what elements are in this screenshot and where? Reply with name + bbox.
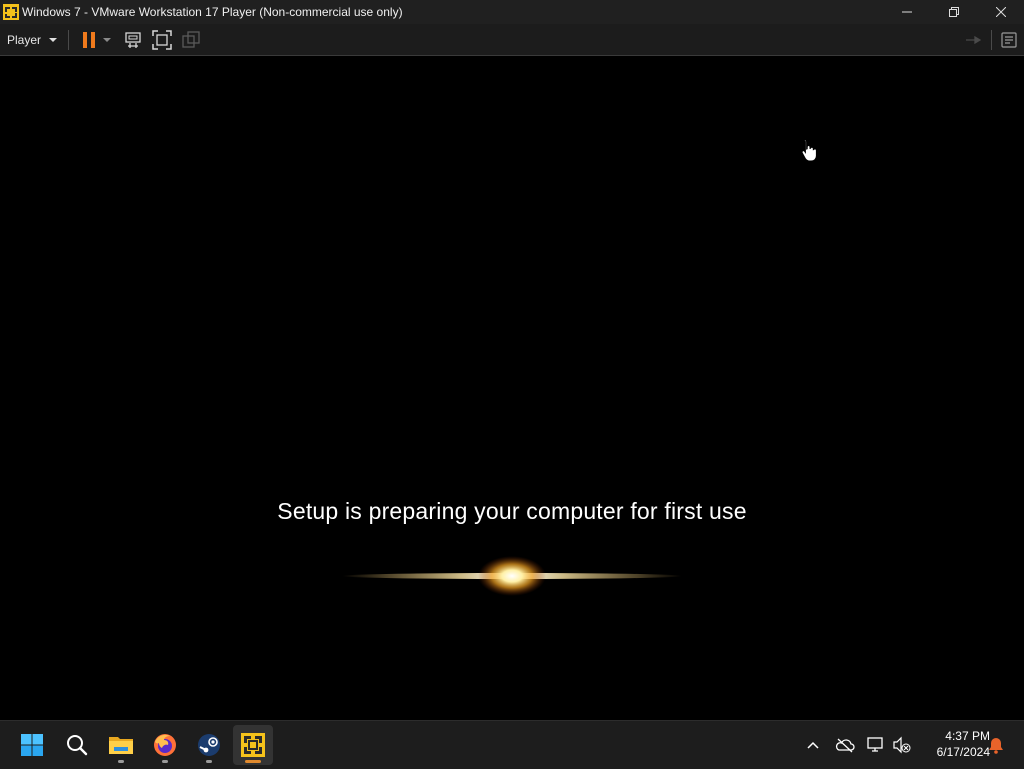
fullscreen-button[interactable] [152,28,172,52]
send-ctrl-alt-del-icon [125,31,141,48]
search-icon [67,735,88,756]
running-indicator [162,760,168,763]
volume-tray-icon[interactable] [892,735,912,755]
running-indicator-active [245,760,261,763]
file-explorer-taskbar-button[interactable] [101,725,141,765]
running-indicator [206,760,212,763]
window-controls [883,0,1024,24]
network-tray-icon[interactable] [866,735,886,755]
steam-taskbar-button[interactable] [189,725,229,765]
taskbar-clock[interactable]: 4:37 PM 6/17/2024 [918,728,990,760]
removable-devices-icon [966,35,981,44]
clock-date: 6/17/2024 [936,745,990,759]
restore-button[interactable] [930,0,977,24]
minimize-button[interactable] [883,0,930,24]
notification-center-button[interactable] [986,735,1006,755]
show-hidden-icons-button[interactable] [803,735,823,755]
toolbar-divider [991,29,992,50]
steam-icon [198,734,220,756]
network-icon [867,737,883,752]
message-log-icon [1001,31,1017,48]
search-button[interactable] [57,725,97,765]
unity-icon [182,30,200,48]
fullscreen-icon [152,29,172,50]
window-titlebar: Windows 7 - VMware Workstation 17 Player… [0,0,1024,24]
send-ctrl-alt-del-button[interactable] [123,28,143,52]
vmware-taskbar-button[interactable] [233,725,273,765]
removable-devices-button [965,28,981,52]
pause-button[interactable] [81,28,97,52]
firefox-icon [154,734,176,756]
chevron-down-icon [49,37,58,42]
setup-message: Setup is preparing your computer for fir… [277,498,747,524]
onedrive-offline-icon [835,738,855,753]
close-button[interactable] [977,0,1024,24]
pause-dropdown-button[interactable] [103,28,112,52]
start-button[interactable] [12,725,52,765]
vmware-toolbar: Player [0,24,1024,56]
vmware-app-icon[interactable] [3,4,19,20]
player-menu-button[interactable]: Player [7,32,58,47]
notification-bell-icon [989,738,1003,754]
windows-taskbar: 4:37 PM 6/17/2024 [0,720,1024,769]
pause-icon [83,31,96,48]
window-title: Windows 7 - VMware Workstation 17 Player… [22,5,403,19]
message-log-button[interactable] [1000,28,1018,52]
firefox-taskbar-button[interactable] [145,725,185,765]
player-menu-label: Player [7,32,42,47]
hand-cursor-icon [801,139,817,162]
chevron-down-icon [103,37,112,42]
chevron-up-icon [807,741,819,749]
volume-muted-icon [893,736,911,754]
vmware-icon [241,733,265,757]
windows-boot-light-flare [342,556,682,596]
onedrive-tray-icon[interactable] [835,735,855,755]
toolbar-right-group [965,24,1024,55]
windows-start-icon [21,734,43,756]
toolbar-divider [68,29,70,50]
running-indicator [118,760,124,763]
file-explorer-icon [109,737,133,754]
unity-button [181,28,201,52]
vm-display[interactable]: Setup is preparing your computer for fir… [0,56,1024,720]
clock-time: 4:37 PM [945,729,990,743]
